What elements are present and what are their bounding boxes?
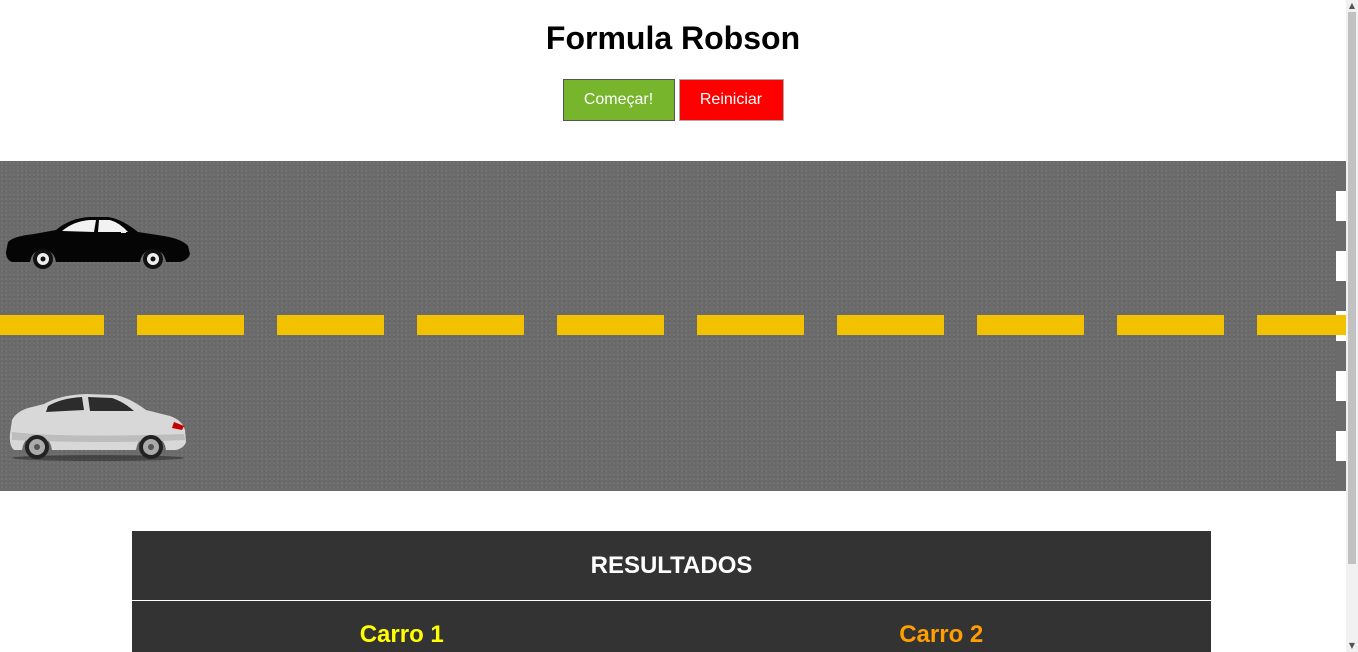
results-columns: Carro 1 Carro 2 — [132, 601, 1211, 652]
lane-divider-dash — [1257, 315, 1346, 335]
lane-divider-dash — [137, 315, 244, 335]
lane-divider-dash — [0, 315, 104, 335]
scroll-down-arrow-icon[interactable]: ▼ — [1346, 640, 1358, 652]
results-heading: RESULTADOS — [132, 531, 1211, 601]
lane-divider-dash — [1117, 315, 1224, 335]
scroll-up-arrow-icon[interactable]: ▲ — [1346, 0, 1358, 12]
restart-button[interactable]: Reiniciar — [678, 79, 784, 121]
lane-divider-dash — [417, 315, 524, 335]
vertical-scrollbar[interactable]: ▲ ▼ — [1346, 0, 1358, 652]
results-car-1-label: Carro 1 — [359, 621, 444, 648]
lane-divider-dash — [277, 315, 384, 335]
start-button[interactable]: Começar! — [562, 79, 675, 121]
lane-divider-dash — [837, 315, 944, 335]
lane-divider-dash — [977, 315, 1084, 335]
car-1-black-sedan-icon — [6, 217, 190, 269]
scrollbar-thumb[interactable] — [1348, 12, 1356, 564]
page-title: Formula Robson — [545, 20, 801, 56]
race-page: Formula Robson Começar! Reiniciar RESULT… — [0, 0, 1358, 652]
lane-divider-dash — [697, 315, 804, 335]
results-car-2-label: Carro 2 — [899, 621, 984, 648]
lane-divider-dash — [557, 315, 664, 335]
race-controls: Começar! Reiniciar — [0, 79, 1346, 121]
car-2-silver-suv-icon — [9, 394, 187, 461]
results-panel: RESULTADOS Carro 1 Carro 2 — [132, 531, 1211, 652]
